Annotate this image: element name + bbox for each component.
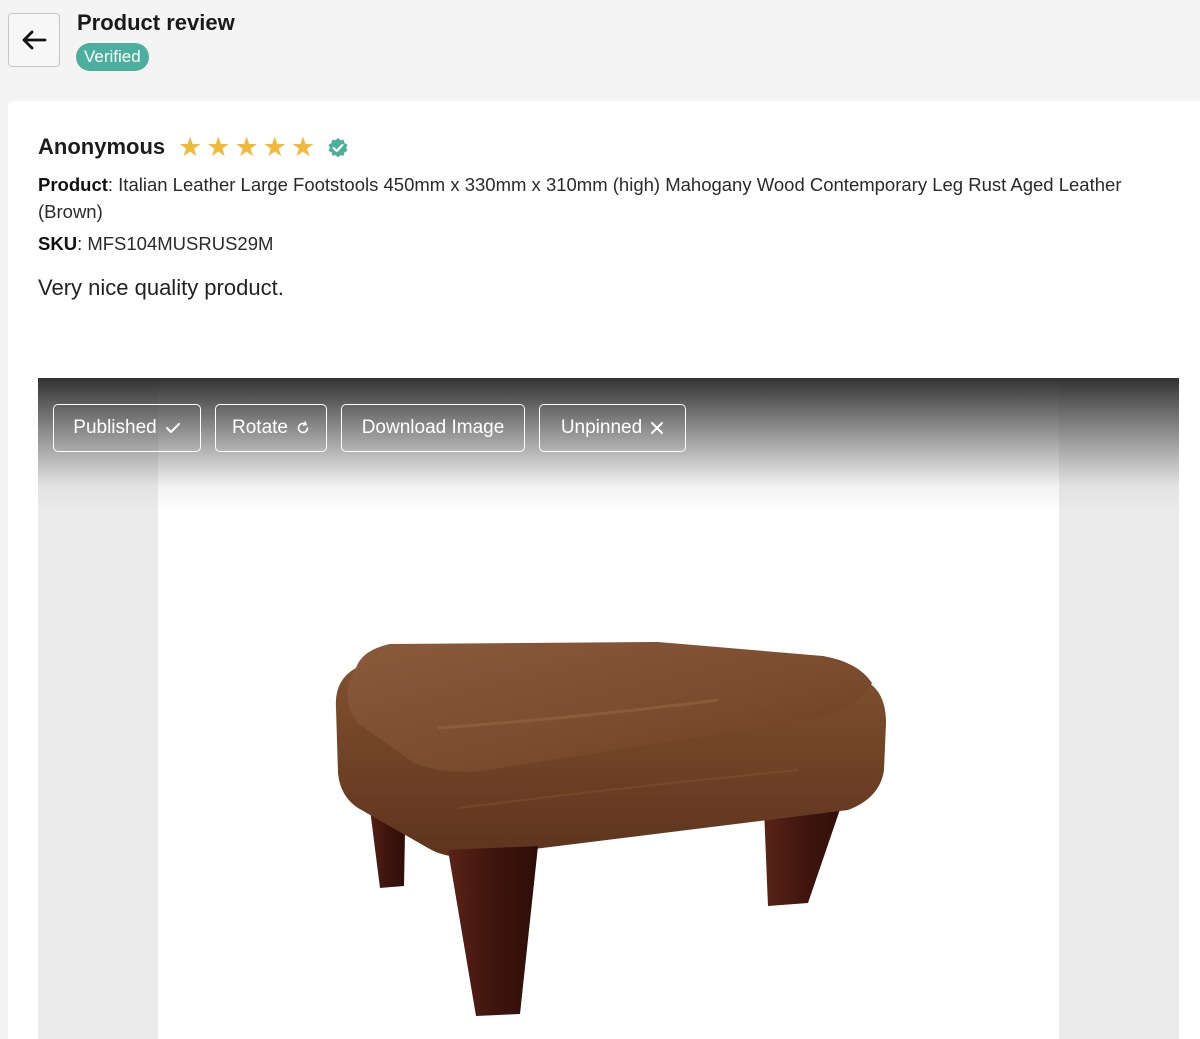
unpinned-button[interactable]: Unpinned [539, 404, 686, 452]
page-title: Product review [77, 10, 235, 35]
star-icon: ★ [262, 132, 287, 162]
check-icon [165, 423, 180, 433]
download-image-button[interactable]: Download Image [341, 404, 525, 452]
back-button[interactable] [8, 13, 60, 67]
star-icon: ★ [178, 132, 203, 162]
star-icon: ★ [206, 132, 231, 162]
review-card: Anonymous ★ ★ ★ ★ ★ Product: Italian Lea… [8, 101, 1200, 1039]
rotate-icon [297, 421, 309, 434]
reviewer-name: Anonymous [38, 134, 166, 159]
image-toolbar: Published Rotate Download Image Unpinned [53, 404, 700, 452]
verified-check-icon [328, 138, 348, 158]
verified-badge: Verified [76, 43, 149, 71]
review-text: Very nice quality product. [38, 275, 284, 300]
published-label: Published [73, 417, 157, 438]
product-label: Product [38, 174, 108, 195]
sku-info: SKU: MFS104MUSRUS29M [38, 232, 273, 256]
product-info: Product: Italian Leather Large Footstool… [38, 171, 1178, 225]
star-icon: ★ [234, 132, 259, 162]
product-name: : Italian Leather Large Footstools 450mm… [38, 174, 1122, 222]
page-header: Product review Verified [0, 0, 1200, 100]
download-label: Download Image [361, 417, 505, 438]
published-button[interactable]: Published [53, 404, 201, 452]
sku-label: SKU [38, 233, 78, 254]
arrow-left-icon [22, 30, 47, 50]
close-icon [651, 422, 664, 434]
review-image-viewer: Published Rotate Download Image Unpinned [38, 378, 1179, 1039]
star-rating: ★ ★ ★ ★ ★ [178, 132, 315, 162]
star-icon: ★ [290, 132, 316, 162]
rotate-button[interactable]: Rotate [215, 404, 327, 452]
sku-value: : MFS104MUSRUS29M [77, 233, 274, 254]
unpinned-label: Unpinned [560, 417, 643, 438]
rotate-label: Rotate [232, 417, 288, 438]
